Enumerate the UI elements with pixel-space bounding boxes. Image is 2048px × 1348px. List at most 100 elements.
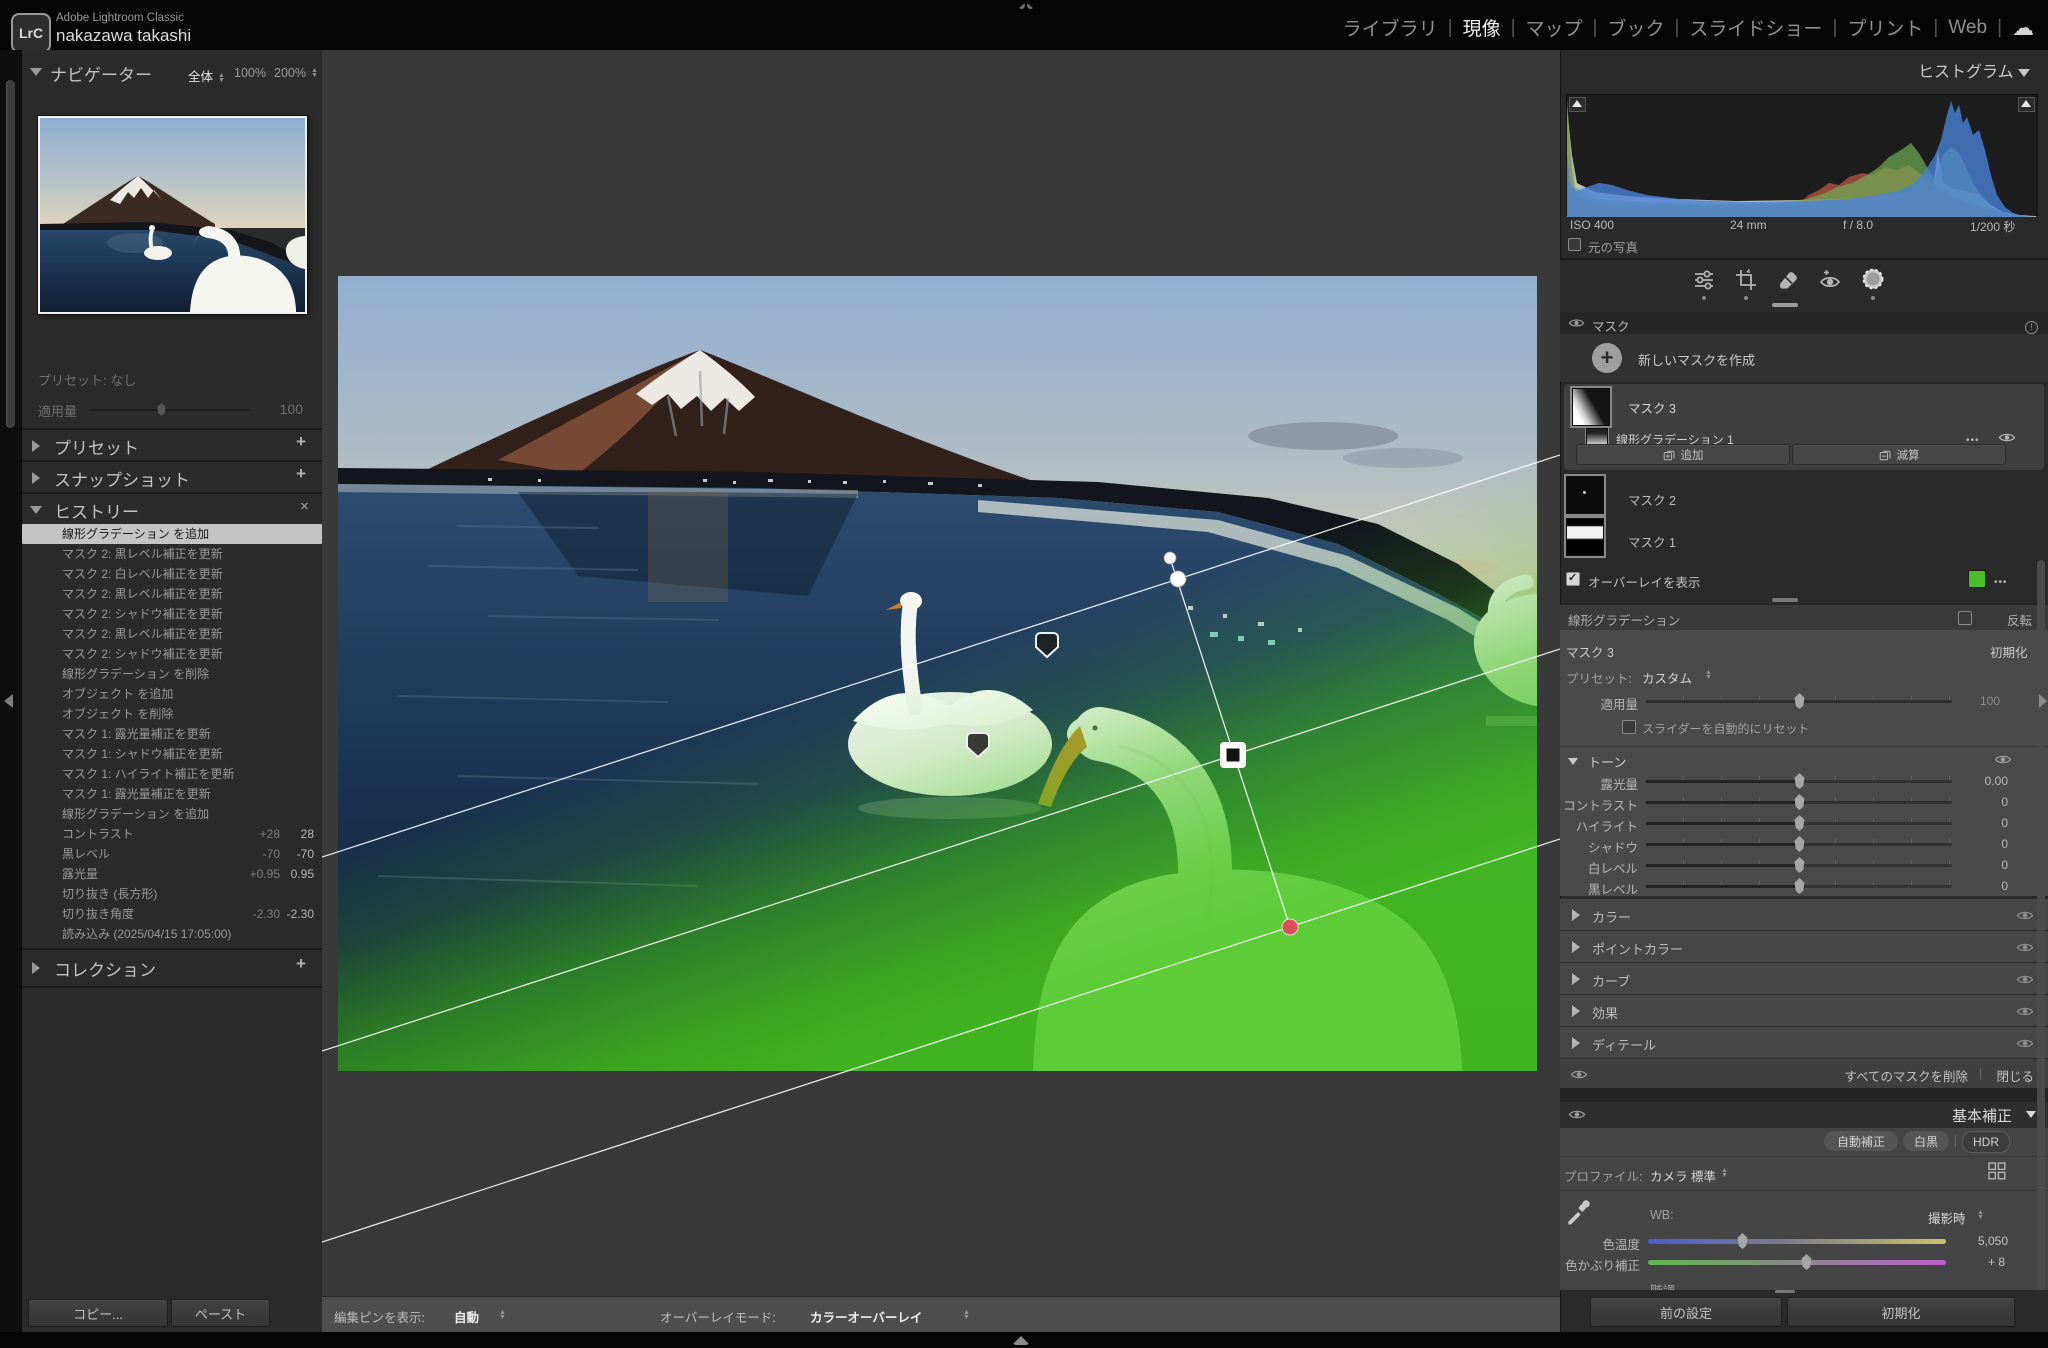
stepper-caret[interactable]	[311, 68, 318, 78]
auto-reset-checkbox[interactable]	[1622, 720, 1636, 734]
mask-add-button[interactable]: 追加	[1576, 444, 1790, 465]
mask3-thumbnail[interactable]	[1572, 388, 1610, 426]
navigator-collapse-icon[interactable]	[30, 68, 42, 76]
wb-value[interactable]: 撮影時	[1928, 1208, 1966, 1227]
navigator-preview[interactable]	[38, 116, 307, 314]
panel-point-color-eye-icon[interactable]	[2016, 941, 2034, 954]
panel-detail-eye-icon[interactable]	[2016, 1037, 2034, 1050]
navigator-title[interactable]: ナビゲーター	[50, 61, 152, 86]
temp-slider[interactable]	[1648, 1239, 1946, 1244]
overlay-mode-value[interactable]: カラーオーバーレイ	[810, 1307, 922, 1326]
bw-button[interactable]: 白黒	[1903, 1131, 1949, 1151]
tone-collapse-icon[interactable]	[1568, 758, 1578, 765]
panel-detail[interactable]: ディテール	[1560, 1026, 2048, 1059]
history-row[interactable]: マスク 1: 露光量補正を更新	[22, 784, 322, 804]
healing-tool-icon[interactable]	[1776, 268, 1800, 292]
presets-expand-icon[interactable]	[32, 440, 40, 452]
mask-preset-value[interactable]: カスタム	[1642, 668, 1692, 687]
left-panel-collapse-icon[interactable]	[4, 694, 13, 708]
stepper-caret[interactable]	[1721, 1168, 1728, 1178]
navigator-zoom-fit[interactable]: 全体	[188, 66, 225, 85]
shadow-clipping-icon[interactable]	[1569, 97, 1586, 112]
stepper-caret[interactable]	[963, 1310, 970, 1320]
left-panel-scrollbar[interactable]	[6, 80, 15, 428]
panel-drag-handle[interactable]	[1772, 598, 1798, 602]
panel-collections[interactable]: コレクション	[54, 956, 156, 981]
stepper-caret[interactable]	[218, 73, 225, 83]
navigator-zoom-200[interactable]: 200%	[274, 66, 306, 80]
history-row[interactable]: 切り抜き角度-2.30-2.30	[22, 904, 322, 924]
mask2-label[interactable]: マスク 2	[1628, 490, 1676, 509]
crop-tool-icon[interactable]	[1734, 268, 1758, 292]
mask-subtract-button[interactable]: 減算	[1792, 444, 2006, 465]
wb-eyedropper-icon[interactable]	[1564, 1198, 1592, 1226]
history-row[interactable]: マスク 2: 黒レベル補正を更新	[22, 584, 322, 604]
history-row[interactable]: オブジェクト を追加	[22, 684, 322, 704]
basic-collapse-icon[interactable]	[2026, 1111, 2036, 1118]
histogram-collapse-icon[interactable]	[2018, 69, 2030, 77]
history-row[interactable]: 切り抜き (長方形)	[22, 884, 322, 904]
tone-slider-track[interactable]	[1646, 801, 1952, 804]
collections-expand-icon[interactable]	[32, 962, 40, 974]
highlight-clipping-icon[interactable]	[2018, 97, 2035, 112]
stepper-caret[interactable]	[499, 1310, 506, 1320]
history-row[interactable]: マスク 2: 黒レベル補正を更新	[22, 624, 322, 644]
mask-amount-slider[interactable]	[1646, 700, 1952, 703]
top-panel-reveal-icon[interactable]	[1018, 2, 1034, 9]
history-row[interactable]: 読み込み (2025/04/15 17:05:00)	[22, 924, 322, 944]
previous-settings-button[interactable]: 前の設定	[1590, 1297, 1782, 1327]
panel-point-color[interactable]: ポイントカラー	[1560, 930, 2048, 963]
tone-slider-track[interactable]	[1646, 843, 1952, 846]
invert-checkbox[interactable]	[1958, 611, 1972, 625]
module-book[interactable]: ブック	[1607, 14, 1664, 41]
history-row[interactable]: 黒レベル-70-70	[22, 844, 322, 864]
tone-eye-icon[interactable]	[1994, 753, 2012, 766]
cloud-sync-icon[interactable]	[2012, 15, 2034, 41]
right-panel-collapse-icon[interactable]	[2039, 694, 2047, 708]
redeye-tool-icon[interactable]	[1818, 268, 1842, 292]
collections-add-icon[interactable]	[296, 954, 306, 974]
mask1-thumbnail[interactable]	[1566, 518, 1604, 556]
history-row[interactable]: 線形グラデーション を追加	[22, 804, 322, 824]
history-row[interactable]: コントラスト+2828	[22, 824, 322, 844]
module-develop[interactable]: 現像	[1463, 14, 1501, 41]
overlay-color-swatch[interactable]	[1968, 570, 1986, 588]
module-web[interactable]: Web	[1948, 17, 1987, 39]
stepper-caret[interactable]	[1977, 1210, 1984, 1220]
tone-slider-track[interactable]	[1646, 822, 1952, 825]
photo-canvas[interactable]	[338, 276, 1537, 1071]
delete-all-masks-button[interactable]: すべてのマスクを削除	[1844, 1066, 1968, 1085]
edit-pins-value[interactable]: 自動	[454, 1307, 479, 1326]
presets-add-icon[interactable]	[296, 432, 306, 452]
stepper-caret[interactable]	[1705, 670, 1712, 680]
snapshots-add-icon[interactable]	[296, 464, 306, 484]
basic-adjust-tool-icon[interactable]	[1692, 268, 1716, 292]
mask3-label[interactable]: マスク 3	[1628, 398, 1676, 417]
auto-correct-button[interactable]: 自動補正	[1824, 1131, 1898, 1151]
gradient1-eye-icon[interactable]	[1998, 431, 2016, 444]
histogram-title[interactable]: ヒストグラム	[1560, 58, 2030, 82]
panel-history[interactable]: ヒストリー	[54, 498, 139, 523]
history-row[interactable]: 線形グラデーション を追加	[22, 524, 322, 544]
panel-snapshots[interactable]: スナップショット	[54, 466, 190, 491]
panel-presets[interactable]: プリセット	[54, 434, 139, 459]
history-collapse-icon[interactable]	[30, 506, 42, 514]
filmstrip-reveal-icon[interactable]	[1012, 1336, 1030, 1345]
panel-curve[interactable]: カーブ	[1560, 962, 2048, 995]
history-row[interactable]: オブジェクト を削除	[22, 704, 322, 724]
history-row[interactable]: マスク 2: 白レベル補正を更新	[22, 564, 322, 584]
panel-drag-handle[interactable]	[1772, 303, 1798, 307]
panel-effects[interactable]: 効果	[1560, 994, 2048, 1027]
panel-curve-eye-icon[interactable]	[2016, 973, 2034, 986]
mask-info-icon[interactable]	[2025, 317, 2038, 335]
module-library[interactable]: ライブラリ	[1343, 14, 1438, 41]
profile-value[interactable]: カメラ 標準	[1650, 1166, 1716, 1185]
tone-title[interactable]: トーン	[1588, 752, 1626, 771]
overlay-more-icon[interactable]	[1994, 572, 2008, 590]
reset-button[interactable]: 初期化	[1787, 1297, 2015, 1327]
panel-color-eye-icon[interactable]	[2016, 909, 2034, 922]
copy-button[interactable]: コピー...	[28, 1299, 168, 1327]
tone-slider-track[interactable]	[1646, 780, 1952, 783]
history-row[interactable]: マスク 1: シャドウ補正を更新	[22, 744, 322, 764]
history-row[interactable]: 線形グラデーション を削除	[22, 664, 322, 684]
